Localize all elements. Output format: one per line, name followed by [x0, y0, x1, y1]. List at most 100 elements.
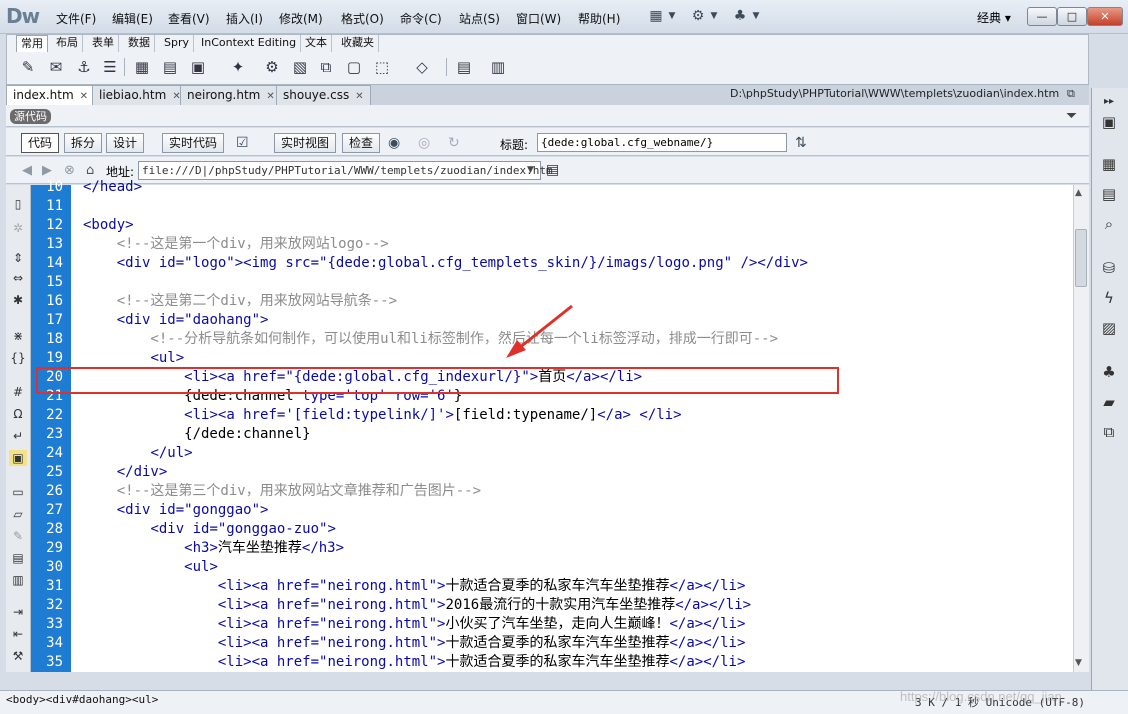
- visual-aids-icon[interactable]: ◎: [418, 135, 430, 151]
- menu-window[interactable]: 窗口(W): [516, 10, 561, 27]
- highlight-invalid-icon[interactable]: Ω: [9, 406, 27, 422]
- remove-comment-icon[interactable]: ▱: [9, 506, 27, 522]
- live-code-button[interactable]: 实时代码: [162, 133, 225, 153]
- code-line[interactable]: <li><a href="neirong.html">十款适合夏季的私家车汽车坐…: [83, 577, 746, 596]
- bindings-icon[interactable]: ϟ: [1098, 288, 1120, 308]
- source-code-badge[interactable]: 源代码: [10, 109, 51, 124]
- balance-braces-icon[interactable]: {}: [9, 350, 27, 366]
- date-icon[interactable]: ▧: [290, 56, 310, 78]
- script-icon[interactable]: ◇: [412, 56, 432, 78]
- tab-common[interactable]: 常用: [16, 35, 48, 52]
- chevron-down-icon[interactable]: ▼: [748, 8, 764, 24]
- code-line[interactable]: <!--分析导航条如何制作，可以使用ul和li标签制作，然后让每一个li标签浮动…: [83, 330, 778, 349]
- expand-all-icon[interactable]: ✱: [9, 292, 27, 308]
- widget-icon[interactable]: ⚙: [262, 56, 282, 78]
- wrap-tag-icon[interactable]: ✎: [9, 528, 27, 544]
- hyperlink-icon[interactable]: ✎: [18, 56, 38, 78]
- show-code-navigator-icon[interactable]: ✲: [9, 220, 27, 236]
- code-line[interactable]: <li><a href="neirong.html">十款适合夏季的私家车汽车坐…: [83, 634, 746, 653]
- code-line[interactable]: <body>: [83, 216, 134, 235]
- menu-modify[interactable]: 修改(M): [279, 10, 323, 27]
- gear-icon[interactable]: ⚙: [690, 8, 706, 24]
- comment-icon[interactable]: ▢: [344, 56, 364, 78]
- syntax-coloring-icon[interactable]: ▣: [9, 450, 27, 466]
- code-line[interactable]: <li><a href='[field:typelink/]'>[field:t…: [83, 406, 681, 425]
- code-line[interactable]: {/dede:channel}: [83, 425, 310, 444]
- code-line[interactable]: <h3>汽车坐垫推荐</h3>: [83, 539, 344, 558]
- code-line[interactable]: <li><a href="neirong.html">小伙买了汽车坐垫，走向人生…: [83, 615, 746, 634]
- table-icon[interactable]: ▦: [132, 56, 152, 78]
- code-line[interactable]: </div>: [83, 463, 168, 482]
- line-numbers-icon[interactable]: #: [9, 384, 27, 400]
- menu-edit[interactable]: 编辑(E): [112, 10, 153, 27]
- email-link-icon[interactable]: ✉: [46, 56, 66, 78]
- div-icon[interactable]: ▤: [160, 56, 180, 78]
- back-icon[interactable]: ◀: [22, 163, 32, 178]
- tab-spry[interactable]: Spry: [160, 35, 194, 52]
- tab-text[interactable]: 文本: [301, 35, 332, 52]
- forward-icon[interactable]: ▶: [42, 163, 52, 178]
- code-line[interactable]: <li><a href="neirong.html">十款适合夏季的私家车汽车坐…: [83, 653, 746, 672]
- close-icon[interactable]: ✕: [266, 91, 274, 102]
- address-input[interactable]: file:///D|/phpStudy/PHPTutorial/WWW/temp…: [138, 161, 553, 180]
- tab-layout[interactable]: 布局: [52, 35, 83, 52]
- maximize-button[interactable]: □: [1057, 7, 1087, 26]
- ap-elements-icon[interactable]: ▤: [1098, 184, 1120, 204]
- head-icon[interactable]: ⬚: [372, 56, 392, 78]
- menu-site[interactable]: 站点(S): [459, 10, 500, 27]
- browse-options-icon[interactable]: ▤: [546, 162, 559, 178]
- collapse-selection-icon[interactable]: ⇔: [9, 270, 27, 286]
- open-documents-icon[interactable]: ▯: [9, 196, 27, 212]
- menu-file[interactable]: 文件(F): [56, 10, 96, 27]
- chevron-down-icon[interactable]: ▼: [521, 162, 540, 179]
- design-view-button[interactable]: 设计: [106, 133, 145, 153]
- word-wrap-icon[interactable]: ↵: [9, 428, 27, 444]
- scrollbar-thumb[interactable]: [1075, 229, 1087, 287]
- split-view-button[interactable]: 拆分: [64, 133, 103, 153]
- close-button[interactable]: ✕: [1087, 7, 1123, 26]
- site-icon[interactable]: ♣: [732, 8, 748, 24]
- code-view-button[interactable]: 代码: [21, 133, 60, 153]
- code-line[interactable]: <!--这是第一个div，用来放网站logo-->: [83, 235, 389, 254]
- scroll-up-icon[interactable]: ▲: [1075, 188, 1082, 198]
- title-input[interactable]: {dede:global.cfg_webname/}: [537, 133, 787, 152]
- live-view-button[interactable]: 实时视图: [274, 133, 337, 153]
- workspace-switcher[interactable]: 经典 ▾: [977, 9, 1011, 26]
- menu-help[interactable]: 帮助(H): [578, 10, 620, 27]
- collapse-full-tag-icon[interactable]: ⇕: [9, 250, 27, 266]
- code-line[interactable]: </ul>: [83, 444, 192, 463]
- format-source-icon[interactable]: ⚒: [9, 648, 27, 664]
- tab-neirong[interactable]: neirong.htm ✕: [180, 85, 282, 105]
- restore-icon[interactable]: ⧉: [1067, 87, 1075, 101]
- css-styles-icon[interactable]: ▦: [1098, 154, 1120, 174]
- code-line[interactable]: </head>: [83, 178, 142, 197]
- menu-format[interactable]: 格式(O): [341, 10, 384, 27]
- files-icon[interactable]: ♣: [1098, 362, 1120, 382]
- tab-incontext[interactable]: InContext Editing: [197, 35, 302, 52]
- indent-icon[interactable]: ⇥: [9, 604, 27, 620]
- anchor-icon[interactable]: ⚓: [74, 56, 94, 78]
- home-icon[interactable]: ⌂: [86, 163, 94, 178]
- check-compat-icon[interactable]: ☑: [236, 135, 249, 151]
- move-css-icon[interactable]: ▥: [9, 572, 27, 588]
- templates-icon[interactable]: ▤: [454, 56, 474, 78]
- scroll-down-icon[interactable]: ▼: [1075, 658, 1082, 668]
- apply-comment-icon[interactable]: ▭: [9, 484, 27, 500]
- chevron-down-icon[interactable]: ▼: [664, 8, 680, 24]
- assets-icon[interactable]: ▰: [1098, 392, 1120, 412]
- tag-selector[interactable]: <body><div#daohang><ul>: [6, 693, 158, 706]
- preview-icon[interactable]: ◉: [388, 135, 400, 151]
- tab-shouye[interactable]: shouye.css ✕: [276, 85, 371, 105]
- outdent-icon[interactable]: ⇤: [9, 626, 27, 642]
- code-line[interactable]: <!--这是第二个div，用来放网站导航条-->: [83, 292, 397, 311]
- file-management-icon[interactable]: ⇅: [795, 135, 807, 151]
- server-include-icon[interactable]: ⧉: [316, 56, 336, 78]
- tab-liebiao[interactable]: liebiao.htm ✕: [92, 85, 188, 105]
- insert-panel-icon[interactable]: ▣: [1098, 112, 1120, 132]
- hr-icon[interactable]: ☰: [100, 56, 120, 78]
- tab-index[interactable]: index.htm ✕: [6, 85, 96, 105]
- tag-inspector-icon[interactable]: ⌕: [1098, 214, 1120, 234]
- code-line[interactable]: <div id="daohang">: [83, 311, 269, 330]
- image-icon[interactable]: ▣: [188, 56, 208, 78]
- close-icon[interactable]: ✕: [80, 91, 88, 102]
